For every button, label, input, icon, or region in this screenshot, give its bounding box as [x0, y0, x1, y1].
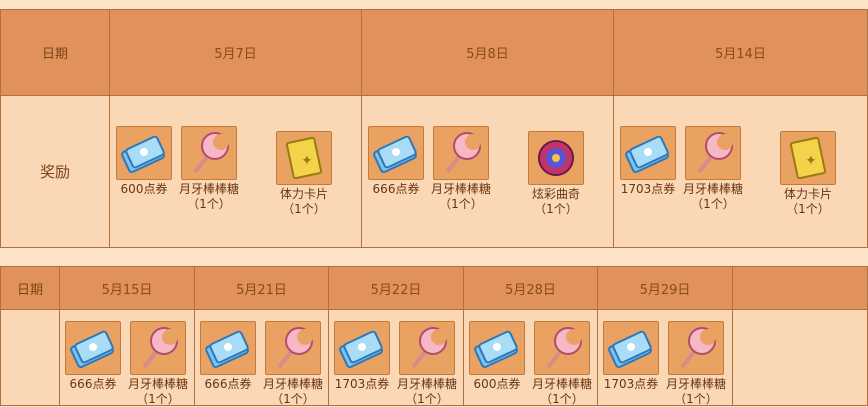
item-qty: （1个） [187, 197, 231, 211]
date-label: 5月29日 [639, 282, 691, 298]
ticket-icon [200, 321, 256, 375]
reward-item[interactable]: 600点券 [462, 321, 532, 392]
date-label: 5月21日 [236, 282, 287, 298]
reward-item[interactable]: 月牙棒棒糖 （1个） [527, 321, 597, 407]
item-name: 600点券 [120, 182, 168, 196]
item-name: 600点券 [473, 377, 521, 391]
svg-text:✦: ✦ [805, 153, 817, 169]
item-name: 月牙棒棒糖 [531, 377, 592, 391]
item-qty: （1个） [691, 197, 735, 211]
lollipop-icon [181, 126, 237, 180]
date-cell: 5月8日 [362, 10, 614, 96]
item-name: 月牙棒棒糖 [127, 377, 188, 391]
item-name: 666点券 [69, 377, 117, 391]
date-label: 5月7日 [214, 47, 257, 62]
reward-table-top: 日期 5月7日 5月8日 5月14日 奖励 600点券 月牙棒棒糖 （1个） ✦… [0, 9, 868, 248]
date-cell: 5月7日 [110, 10, 362, 96]
item-qty: （1个） [282, 202, 326, 216]
ticket-icon [116, 126, 172, 180]
empty-header-cell [733, 267, 867, 310]
ticket-icon [603, 321, 659, 375]
reward-item[interactable]: 月牙棒棒糖 （1个） [123, 321, 193, 407]
lollipop-icon [685, 126, 741, 180]
date-header-label: 日期 [41, 47, 68, 62]
ticket-icon [65, 321, 121, 375]
lollipop-icon [265, 321, 321, 375]
card-icon: ✦ [780, 131, 836, 185]
item-name: 炫彩曲奇 [531, 187, 580, 201]
date-header-cell: 日期 [1, 267, 60, 310]
reward-item[interactable]: 666点券 [58, 321, 128, 392]
reward-item[interactable]: 月牙棒棒糖 （1个） [392, 321, 462, 407]
date-cell: 5月29日 [598, 267, 733, 310]
item-name: 1703点券 [620, 182, 676, 196]
item-name: 体力卡片 [279, 187, 328, 201]
date-label: 5月8日 [466, 47, 509, 62]
reward-table-bottom: 日期 5月15日 5月21日 5月22日 5月28日 5月29日 666点券 月… [0, 266, 868, 406]
date-cell: 5月15日 [60, 267, 195, 310]
lollipop-icon [130, 321, 186, 375]
card-icon: ✦ [276, 131, 332, 185]
item-qty: （1个） [534, 202, 578, 216]
cookie-icon [528, 131, 584, 185]
date-header-cell: 日期 [1, 10, 110, 96]
date-cell: 5月21日 [195, 267, 329, 310]
item-name: 月牙棒棒糖 [430, 182, 491, 196]
item-name: 体力卡片 [783, 187, 832, 201]
item-qty: （1个） [786, 202, 830, 216]
item-name: 666点券 [204, 377, 252, 391]
reward-item[interactable]: 月牙棒棒糖 （1个） [661, 321, 731, 407]
lollipop-icon [433, 126, 489, 180]
reward-item[interactable]: ✦ 体力卡片 （1个） [773, 131, 843, 217]
item-name: 1703点券 [603, 377, 659, 391]
reward-item[interactable]: 1703点券 [613, 126, 683, 197]
date-label: 5月14日 [715, 47, 766, 62]
reward-item[interactable]: 1703点券 [596, 321, 666, 392]
item-name: 666点券 [372, 182, 420, 196]
ticket-icon [469, 321, 525, 375]
item-name: 月牙棒棒糖 [665, 377, 726, 391]
empty-cell [733, 310, 867, 405]
item-name: 月牙棒棒糖 [178, 182, 239, 196]
svg-text:✦: ✦ [301, 153, 313, 169]
lollipop-icon [668, 321, 724, 375]
lollipop-icon [534, 321, 590, 375]
date-label: 5月15日 [101, 282, 153, 298]
ticket-icon [334, 321, 390, 375]
date-label: 5月22日 [370, 282, 422, 298]
reward-item[interactable]: 月牙棒棒糖 （1个） [258, 321, 328, 407]
reward-item[interactable]: 月牙棒棒糖 （1个） [426, 126, 496, 212]
reward-item[interactable]: 炫彩曲奇 （1个） [521, 131, 591, 217]
reward-label-cell: 奖励 [1, 96, 110, 247]
date-label: 5月28日 [505, 282, 556, 298]
ticket-icon [620, 126, 676, 180]
reward-label-cell [1, 310, 60, 405]
reward-label: 奖励 [39, 163, 70, 181]
date-cell: 5月28日 [464, 267, 598, 310]
reward-item[interactable]: 666点券 [361, 126, 431, 197]
reward-item[interactable]: 月牙棒棒糖 （1个） [174, 126, 244, 212]
reward-item[interactable]: ✦ 体力卡片 （1个） [269, 131, 339, 217]
date-cell: 5月14日 [614, 10, 867, 96]
reward-item[interactable]: 666点券 [193, 321, 263, 392]
item-qty: （1个） [439, 197, 483, 211]
lollipop-icon [399, 321, 455, 375]
reward-item[interactable]: 600点券 [109, 126, 179, 197]
reward-item[interactable]: 1703点券 [327, 321, 397, 392]
item-name: 月牙棒棒糖 [682, 182, 743, 196]
item-name: 月牙棒棒糖 [262, 377, 323, 391]
item-name: 月牙棒棒糖 [396, 377, 457, 391]
date-cell: 5月22日 [329, 267, 464, 310]
date-header-label: 日期 [16, 282, 43, 298]
reward-item[interactable]: 月牙棒棒糖 （1个） [678, 126, 748, 212]
item-name: 1703点券 [334, 377, 390, 391]
ticket-icon [368, 126, 424, 180]
